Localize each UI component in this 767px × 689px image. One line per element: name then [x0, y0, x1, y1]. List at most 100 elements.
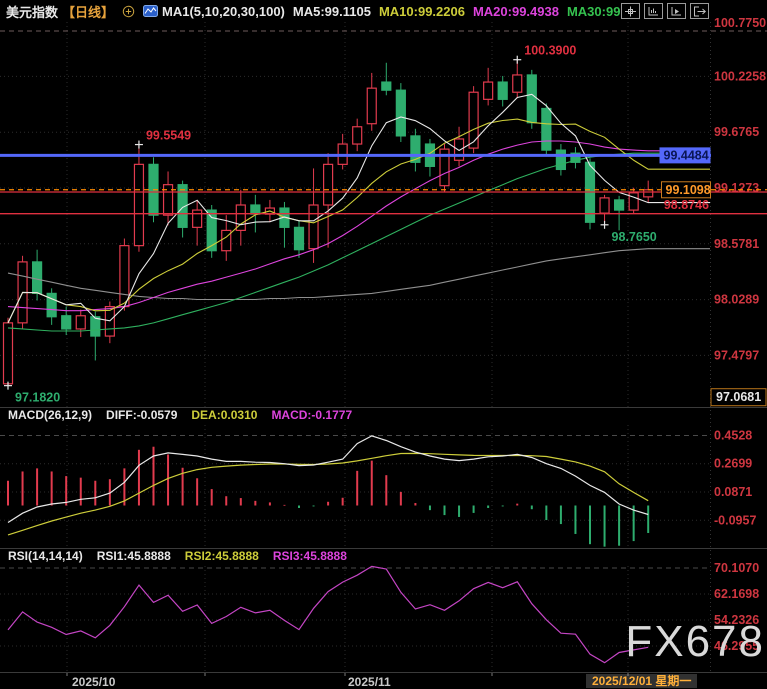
export-button[interactable]	[690, 3, 709, 19]
grid-layer	[0, 22, 767, 676]
macd-bar	[65, 476, 67, 505]
macd-bar	[167, 454, 169, 505]
candle	[178, 181, 187, 238]
crosshair-icon	[624, 6, 637, 17]
macd-bar	[618, 506, 620, 546]
ma30-value: MA30:99.	[567, 4, 624, 19]
tick-label: 0.2699	[714, 457, 752, 471]
candle-body	[295, 227, 304, 249]
candle-body	[251, 205, 260, 214]
timeframe-selector[interactable]: 【日线】	[62, 2, 114, 21]
chart-canvas[interactable]: 100.7750100.225899.676599.127398.578198.…	[0, 0, 767, 689]
candle-body	[382, 82, 391, 90]
macd-bar	[269, 502, 271, 505]
playback-button[interactable]	[667, 3, 686, 19]
rsi1-value: RSI1:45.8888	[97, 549, 171, 563]
macd-bar	[647, 506, 649, 534]
candle	[513, 60, 522, 99]
candle-body	[527, 75, 536, 123]
candle	[236, 190, 245, 246]
tick-label: 62.1698	[714, 587, 759, 601]
candle-body	[469, 92, 478, 148]
candle-body	[309, 205, 318, 249]
macd-bar	[327, 502, 329, 506]
candle-body	[629, 193, 638, 210]
macd-bar	[502, 506, 504, 507]
candle	[600, 195, 609, 225]
candle	[396, 83, 405, 142]
macd-bar	[225, 496, 227, 505]
macd-bar	[313, 506, 315, 507]
macd-bar	[444, 506, 446, 516]
candle-body	[542, 108, 551, 150]
rsi-line	[8, 566, 648, 662]
chart-play-icon	[670, 6, 683, 17]
price-annotation: 97.1820	[4, 382, 60, 405]
bar-chart-icon	[647, 6, 660, 17]
price-axis-labels: 100.7750100.225899.676599.127398.578198.…	[0, 16, 766, 406]
crosshair-button[interactable]	[621, 3, 640, 19]
candle	[498, 76, 507, 106]
candle	[207, 205, 216, 258]
current-date-label: 2025/12/01 星期一	[586, 674, 697, 688]
macd-bar	[487, 506, 489, 508]
rsi-legend: RSI(14,14,14) RSI1:45.8888 RSI2:45.8888 …	[8, 549, 347, 563]
tick-label: 97.4797	[714, 348, 759, 362]
macd-bar	[138, 450, 140, 506]
chart-toolbar	[621, 3, 709, 19]
macd-bar	[414, 503, 416, 505]
candle-body	[193, 210, 202, 227]
candle-body	[644, 190, 653, 197]
macd-legend: MACD(26,12,9) DIFF:-0.0579 DEA:0.0310 MA…	[8, 408, 352, 422]
time-axis[interactable]: 2025/10 2025/11 2025/12/01 星期一	[0, 672, 767, 689]
candle	[324, 153, 333, 247]
candle	[556, 144, 565, 175]
macd-bar	[385, 475, 387, 505]
candle	[455, 127, 464, 167]
candle-body	[498, 82, 507, 99]
macd-bar	[7, 481, 9, 506]
kline-mini-icon[interactable]	[143, 5, 158, 17]
tick-label: 97.1820	[15, 391, 60, 405]
tick-label: 98.0289	[714, 293, 759, 307]
candle	[411, 129, 420, 172]
candle	[47, 288, 56, 325]
candle-body	[396, 90, 405, 136]
tick-label: 99.5549	[146, 129, 191, 143]
rsi2-value: RSI2:45.8888	[185, 549, 259, 563]
tick-label: 100.3900	[524, 44, 576, 58]
macd-dea-value: DEA:0.0310	[191, 408, 257, 422]
candle-body	[615, 200, 624, 210]
macd-bar	[22, 471, 24, 505]
macd-panel: 0.45280.26990.0871-0.0957	[0, 428, 756, 546]
tick-label: 98.8746	[664, 198, 709, 212]
rsi3-value: RSI3:45.8888	[273, 549, 347, 563]
price-annotation: 99.5549	[135, 129, 191, 149]
macd-title: MACD(26,12,9)	[8, 408, 92, 422]
macd-bar	[36, 468, 38, 505]
hlines-layer: 99.448498.874699.1098	[0, 31, 767, 214]
indicator-window-button[interactable]	[644, 3, 663, 19]
macd-bar	[80, 478, 82, 506]
candle-body	[324, 164, 333, 205]
macd-bar	[283, 505, 285, 506]
price-annotation: 100.3900	[513, 44, 576, 64]
macd-bar	[531, 506, 533, 510]
macd-bar	[371, 461, 373, 506]
candle	[134, 145, 143, 252]
candle-body	[207, 210, 216, 251]
annotations-layer: 97.182099.5549100.390098.7650	[4, 44, 657, 405]
candle-body	[91, 317, 100, 336]
circle-plus-icon[interactable]	[122, 5, 135, 18]
candle	[440, 144, 449, 192]
tick-label: 70.1070	[714, 561, 759, 575]
candle-body	[120, 246, 129, 307]
ma10-value: MA10:99.2206	[379, 4, 465, 19]
candle-body	[76, 316, 85, 329]
tick-label: 99.1273	[714, 181, 759, 195]
tick-label: 99.1098	[666, 183, 711, 197]
macd-bar	[574, 506, 576, 534]
candle	[425, 139, 434, 177]
rsi-title: RSI(14,14,14)	[8, 549, 83, 563]
candles-layer	[4, 60, 653, 386]
